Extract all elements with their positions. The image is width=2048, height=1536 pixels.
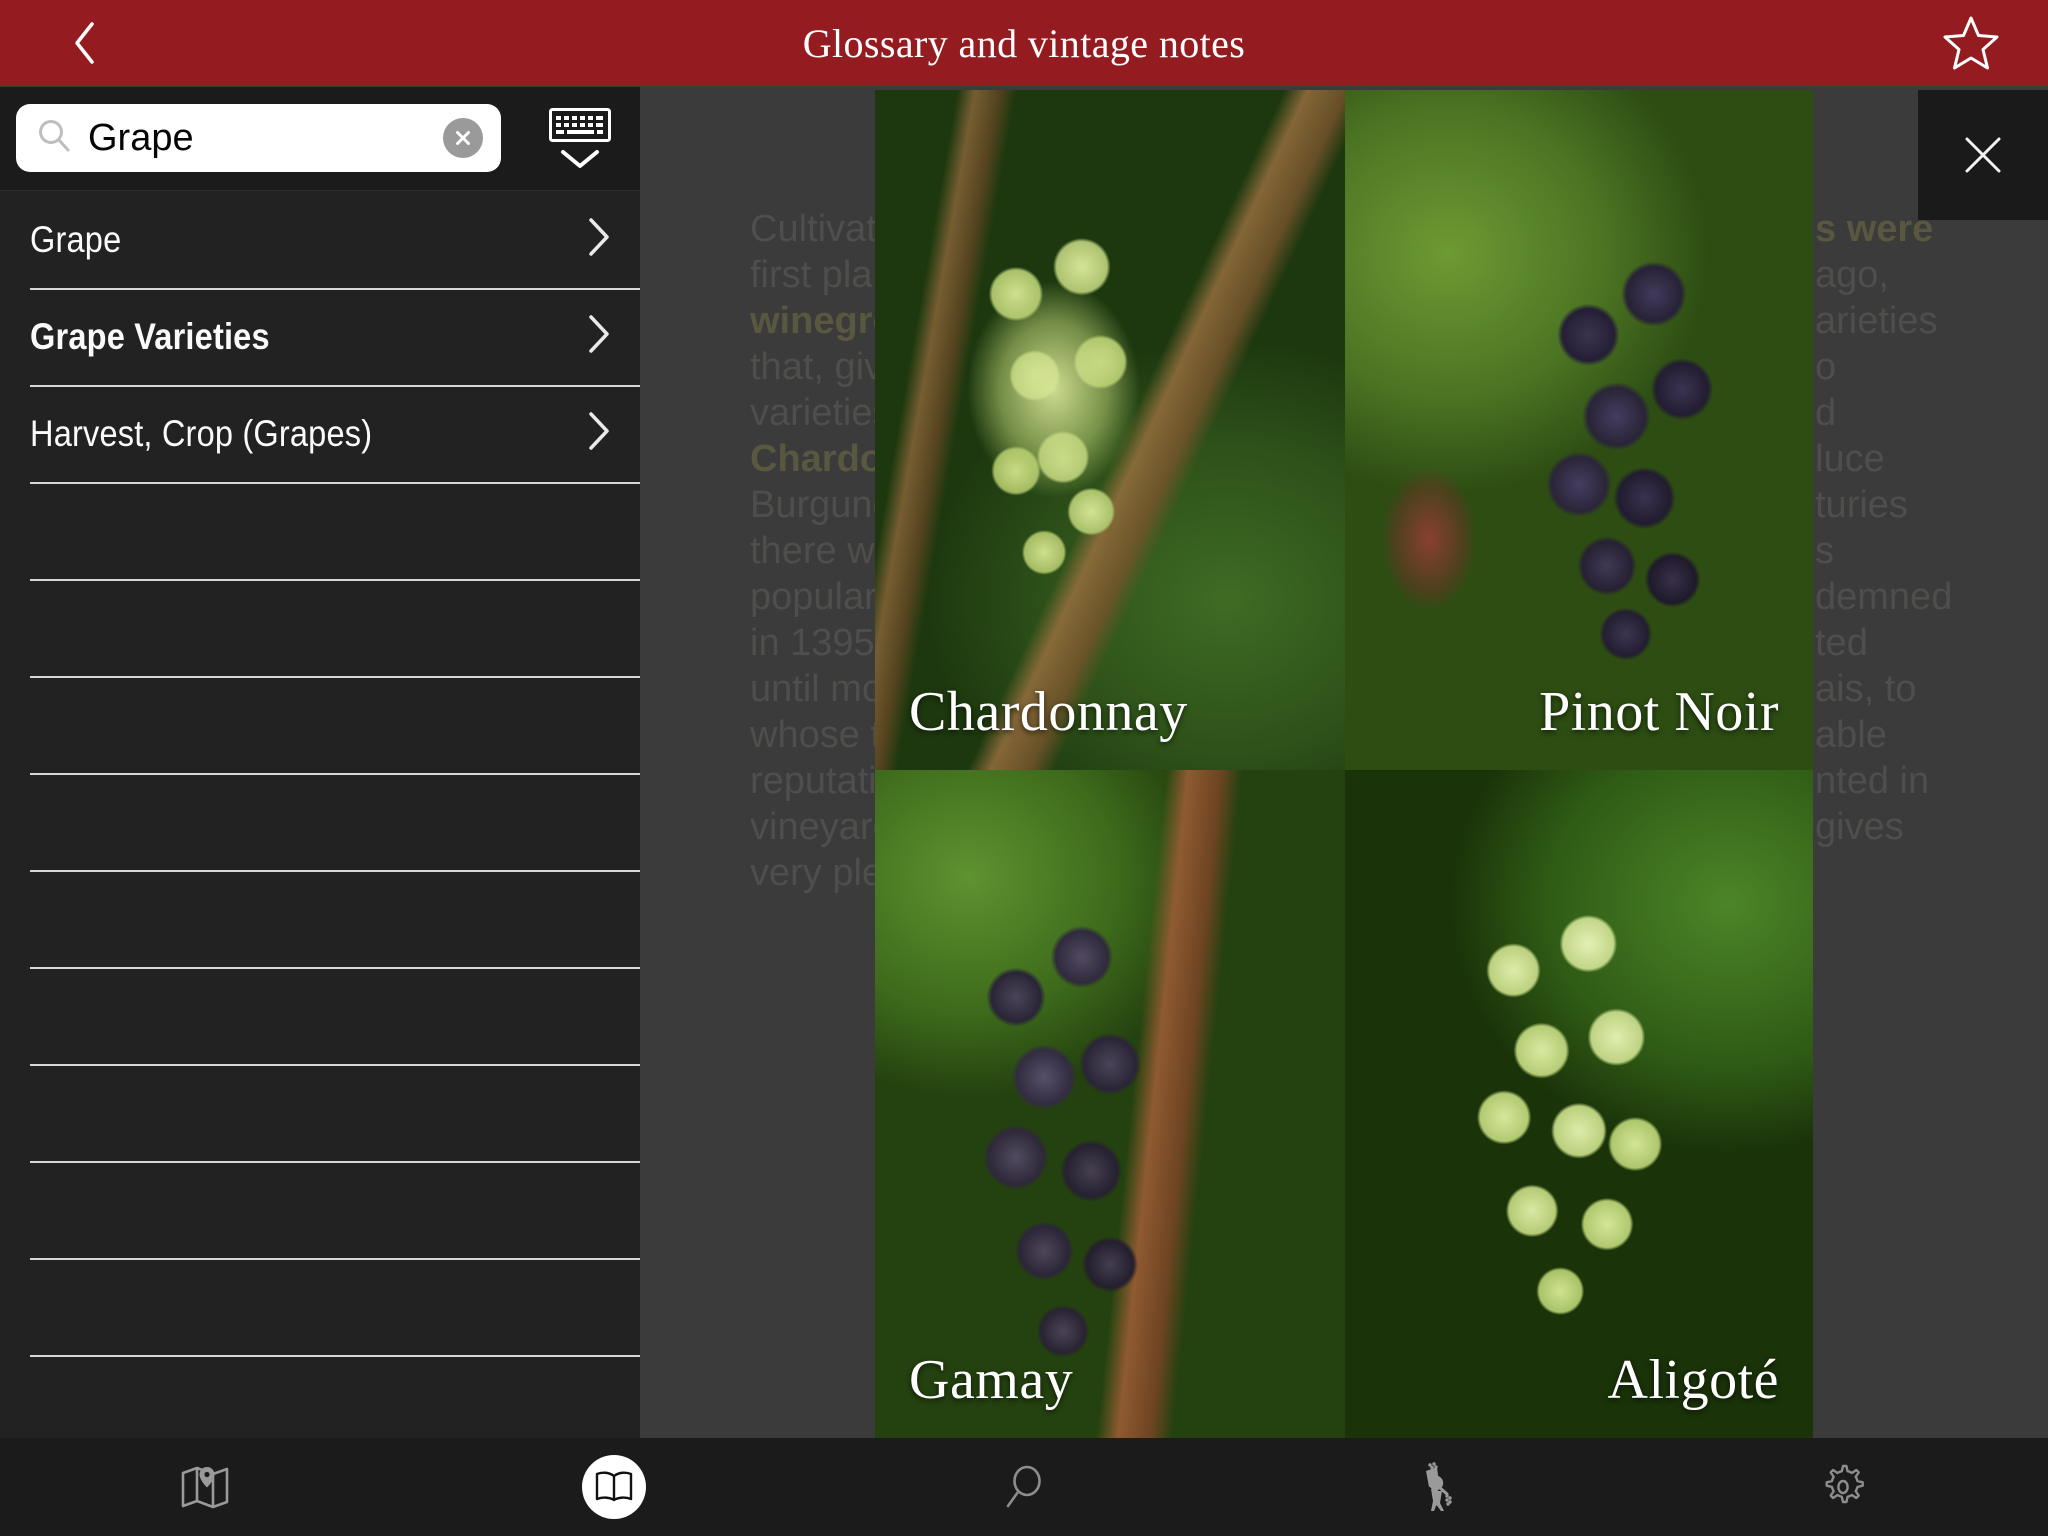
result-row-empty <box>0 482 640 579</box>
chevron-right-icon <box>586 410 612 457</box>
search-input-value: Grape <box>88 118 194 158</box>
tab-search[interactable] <box>819 1438 1229 1536</box>
article-line: until mo <box>750 668 884 710</box>
article-line: demned <box>1815 576 1953 618</box>
chevron-right-icon <box>586 216 612 263</box>
magnifier-icon <box>1006 1465 1041 1508</box>
article-line: winegro <box>750 300 896 342</box>
gear-icon <box>1825 1464 1865 1504</box>
article-line: Burgund <box>750 484 894 526</box>
favorite-button[interactable] <box>1928 0 2014 86</box>
dismiss-keyboard-button[interactable] <box>530 100 630 178</box>
result-row-harvest-crop[interactable]: Harvest, Crop (Grapes) <box>0 385 640 482</box>
article-line: able <box>1815 714 1887 756</box>
result-row-empty <box>0 676 640 773</box>
result-row-grape[interactable]: Grape <box>0 191 640 288</box>
map-icon <box>181 1466 229 1509</box>
page-title: Glossary and vintage notes <box>802 20 1246 66</box>
chevron-down-icon <box>561 150 599 168</box>
close-overlay-button[interactable] <box>1918 90 2048 220</box>
active-tab-indicator <box>582 1455 647 1519</box>
article-line: d <box>1815 392 1837 434</box>
tab-harvester[interactable] <box>1229 1438 1639 1536</box>
close-icon <box>1965 137 2001 173</box>
article-line: turies <box>1815 484 1908 526</box>
article-line: ais, to <box>1815 668 1917 710</box>
photo-grid: Chardonnay Pinot Noir Gamay Aligoté <box>875 90 1813 1438</box>
article-line: that, giv <box>750 346 884 388</box>
tab-book[interactable] <box>410 1438 820 1536</box>
search-input[interactable]: Grape <box>16 104 501 172</box>
result-row-empty <box>0 579 640 676</box>
article-line: varieties <box>750 392 892 434</box>
clear-search-button[interactable] <box>443 118 483 158</box>
photo-caption: Chardonnay <box>909 681 1188 743</box>
article-line: there wa <box>750 530 896 572</box>
article-line: popular <box>750 576 877 618</box>
photo-caption: Gamay <box>909 1349 1074 1411</box>
article-line: ted <box>1815 622 1868 664</box>
result-row-empty <box>0 773 640 870</box>
photo-caption: Aligoté <box>1607 1349 1779 1411</box>
article-text-right: s were ago, arieties o d luce turies s d… <box>1815 206 2048 850</box>
clear-circle-icon <box>456 131 470 145</box>
photo-aligote[interactable]: Aligoté <box>1345 770 1813 1438</box>
photo-gamay[interactable]: Gamay <box>875 770 1345 1438</box>
article-line: ago, <box>1815 254 1889 296</box>
top-bar: Glossary and vintage notes <box>0 0 2048 86</box>
book-icon <box>596 1471 633 1502</box>
photo-pinot-noir[interactable]: Pinot Noir <box>1345 90 1813 770</box>
article-line: vineyard <box>750 806 894 848</box>
tab-settings[interactable] <box>1638 1438 2048 1536</box>
result-row-empty <box>0 967 640 1064</box>
tab-map[interactable] <box>0 1438 410 1536</box>
bottom-tab-bar <box>0 1438 2048 1536</box>
article-line: nted in <box>1815 760 1930 802</box>
article-line: gives <box>1815 806 1904 848</box>
article-line: whose t <box>750 714 881 756</box>
result-row-empty <box>0 1355 640 1438</box>
article-line: luce <box>1815 438 1885 480</box>
search-icon <box>34 116 74 161</box>
result-row-empty <box>0 1258 640 1355</box>
app-root: Cultivate first plan winegro that, giv v… <box>0 0 2048 1536</box>
result-label: Harvest, Crop (Grapes) <box>30 412 373 454</box>
grape-harvester-icon <box>1425 1462 1452 1511</box>
result-label: Grape Varieties <box>30 315 270 357</box>
sidebar: Grape Grape Grape Varieties Harvest, Cro… <box>0 86 640 1438</box>
article-line: s were <box>1815 208 1934 250</box>
photo-overlay: Chardonnay Pinot Noir Gamay Aligoté <box>875 90 1813 1438</box>
article-line: arieties <box>1815 300 1938 342</box>
photo-caption: Pinot Noir <box>1539 681 1779 743</box>
chevron-right-icon <box>586 313 612 360</box>
star-outline-icon <box>1943 16 1999 70</box>
result-row-empty <box>0 870 640 967</box>
result-row-grape-varieties[interactable]: Grape Varieties <box>0 288 640 385</box>
search-zone: Grape <box>0 86 640 191</box>
photo-chardonnay[interactable]: Chardonnay <box>875 90 1345 770</box>
result-row-empty <box>0 1161 640 1258</box>
search-results-list: Grape Grape Varieties Harvest, Crop (Gra… <box>0 191 640 1438</box>
result-row-empty <box>0 1064 640 1161</box>
keyboard-icon <box>549 108 611 142</box>
article-line: o <box>1815 346 1837 388</box>
article-line: s <box>1815 530 1834 572</box>
article-line: first plan <box>750 254 894 296</box>
article-line: in 1395 <box>750 622 875 664</box>
result-label: Grape <box>30 218 122 260</box>
